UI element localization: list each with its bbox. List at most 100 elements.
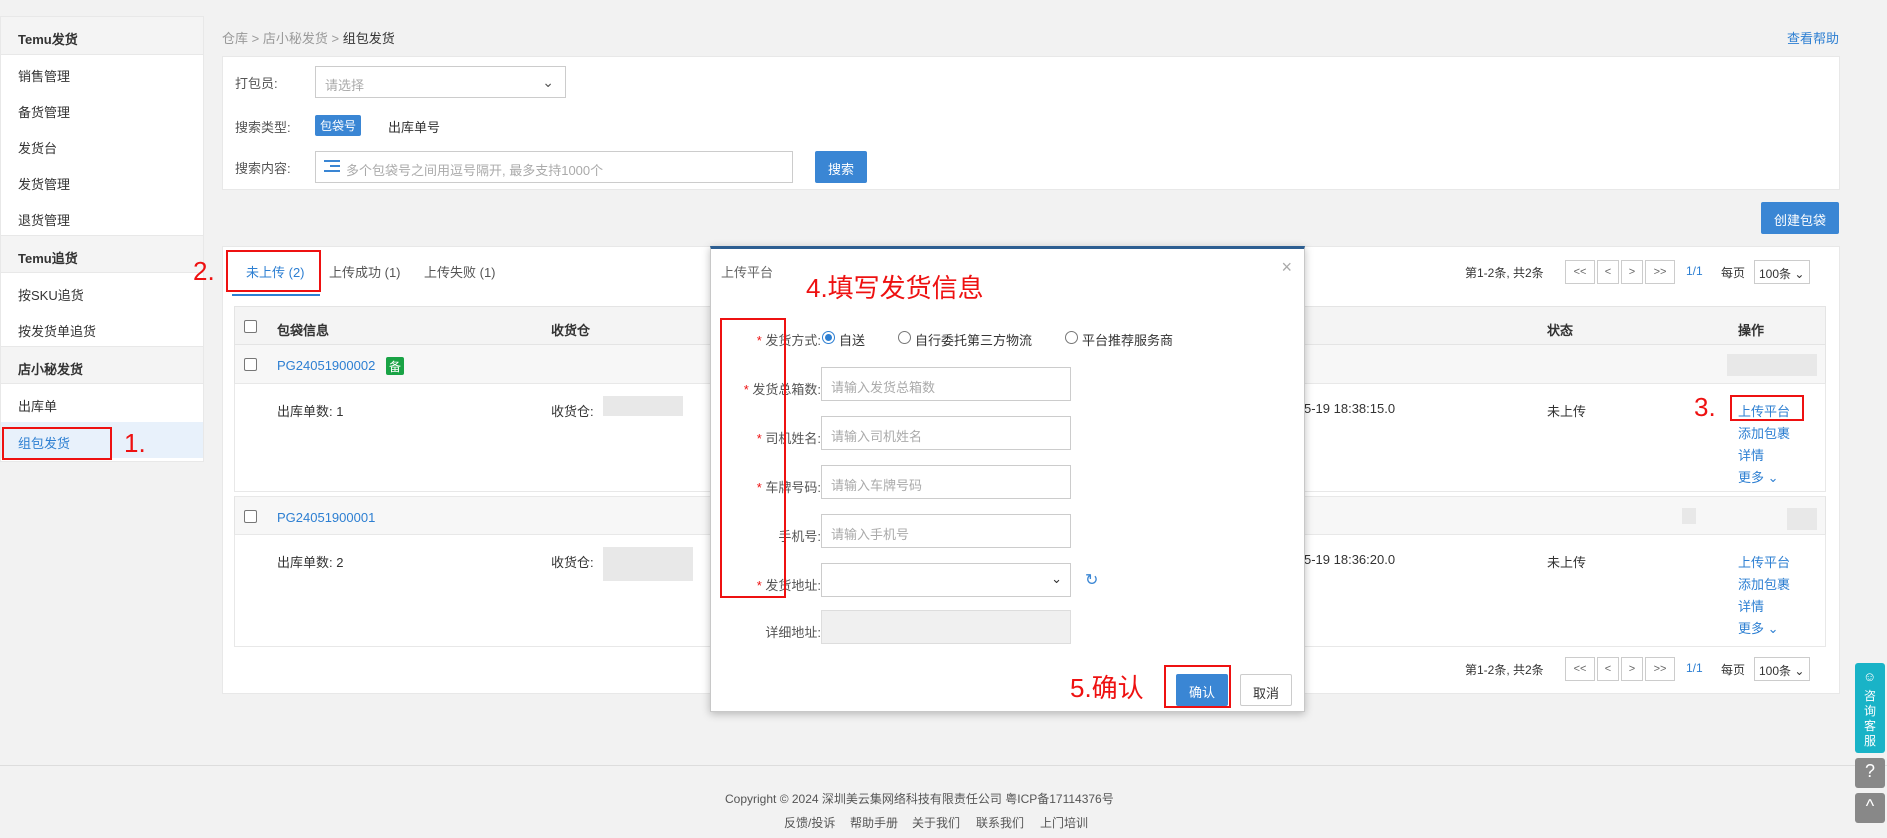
footer: Copyright © 2024 深圳美云集网络科技有限责任公司 粤ICP备17… bbox=[0, 765, 1887, 838]
footer-link-contact[interactable]: 联系我们 bbox=[976, 814, 1024, 831]
sidebar-item-returns[interactable]: 退货管理 bbox=[1, 199, 203, 235]
stock-badge: 备 bbox=[386, 357, 404, 375]
bag-id-link[interactable]: PG24051900001 bbox=[277, 510, 375, 525]
detail-link[interactable]: 详情 bbox=[1738, 445, 1764, 464]
warehouse-label: 收货仓: bbox=[551, 555, 594, 570]
pager-last[interactable]: >> bbox=[1645, 657, 1675, 681]
footer-link-feedback[interactable]: 反馈/投诉 bbox=[784, 814, 835, 831]
address-select[interactable]: ⌄ bbox=[821, 563, 1071, 597]
chevron-down-icon: ⌄ bbox=[542, 74, 554, 90]
back-to-top-icon[interactable]: ^ bbox=[1855, 793, 1885, 823]
list-icon bbox=[324, 160, 340, 174]
radio-third-party-label: 自行委托第三方物流 bbox=[915, 333, 1033, 348]
created-time: 5-19 18:36:20.0 bbox=[1304, 552, 1396, 567]
chevron-down-icon: ⌄ bbox=[1767, 621, 1779, 636]
plate-input[interactable]: 请输入车牌号码 bbox=[821, 465, 1071, 499]
detail-address-input bbox=[821, 610, 1071, 644]
blurred-content bbox=[1787, 508, 1817, 530]
search-button[interactable]: 搜索 bbox=[815, 151, 867, 183]
sidebar-item-track-sku[interactable]: 按SKU追货 bbox=[1, 274, 203, 310]
select-all-checkbox[interactable] bbox=[244, 320, 257, 333]
cancel-button[interactable]: 取消 bbox=[1240, 674, 1292, 706]
sidebar-item-shipping-manage[interactable]: 发货管理 bbox=[1, 163, 203, 199]
footer-link-about[interactable]: 关于我们 bbox=[912, 814, 960, 831]
breadcrumb-separator: > bbox=[251, 31, 260, 46]
annotation-step2: 2. bbox=[193, 256, 215, 286]
pager-next[interactable]: > bbox=[1621, 657, 1643, 681]
tab-upload-success[interactable]: 上传成功 (1) bbox=[329, 262, 401, 281]
footer-link-manual[interactable]: 帮助手册 bbox=[850, 814, 898, 831]
blurred-warehouse bbox=[603, 547, 693, 581]
pager-first[interactable]: << bbox=[1565, 260, 1595, 284]
add-package-link[interactable]: 添加包裹 bbox=[1738, 423, 1790, 442]
pager-per-page-label: 每页 bbox=[1721, 663, 1746, 677]
radio-platform-provider-label: 平台推荐服务商 bbox=[1082, 333, 1174, 348]
breadcrumb-dxm[interactable]: 店小秘发货 bbox=[263, 31, 328, 46]
radio-platform-provider[interactable] bbox=[1065, 331, 1078, 344]
tab-active-indicator bbox=[232, 294, 320, 296]
header-warehouse: 收货仓 bbox=[551, 323, 591, 338]
annotation-box-1 bbox=[2, 427, 112, 460]
annotation-box-2 bbox=[226, 250, 321, 292]
radio-self-delivery[interactable] bbox=[822, 331, 835, 344]
pager-first[interactable]: << bbox=[1565, 657, 1595, 681]
sidebar-item-track-order[interactable]: 按发货单追货 bbox=[1, 310, 203, 346]
annotation-box-3 bbox=[1730, 395, 1804, 421]
pager-per-page-value: 100条 bbox=[1759, 664, 1792, 678]
modal-title: 上传平台 bbox=[721, 265, 774, 280]
more-link[interactable]: 更多 ⌄ bbox=[1738, 618, 1779, 637]
packer-select[interactable]: 请选择 ⌄ bbox=[315, 66, 566, 98]
packer-select-placeholder: 请选择 bbox=[325, 78, 365, 93]
breadcrumb-warehouse[interactable]: 仓库 bbox=[222, 31, 248, 46]
breadcrumb: 仓库 > 店小秘发货 > 组包发货 bbox=[222, 28, 395, 47]
close-icon[interactable]: × bbox=[1281, 257, 1292, 278]
help-icon[interactable]: ? bbox=[1855, 758, 1885, 788]
status-text: 未上传 bbox=[1547, 555, 1587, 570]
blurred-warehouse bbox=[603, 396, 683, 416]
boxes-input[interactable]: 请输入发货总箱数 bbox=[821, 367, 1071, 401]
pager-next[interactable]: > bbox=[1621, 260, 1643, 284]
blurred-content bbox=[1682, 508, 1696, 524]
phone-input[interactable]: 请输入手机号 bbox=[821, 514, 1071, 548]
pager-summary: 第1-2条, 共2条 bbox=[1465, 663, 1544, 677]
help-link[interactable]: 查看帮助 bbox=[1787, 28, 1839, 47]
pager-per-page-select[interactable]: 100条 ⌄ bbox=[1754, 657, 1810, 681]
sidebar-item-stock[interactable]: 备货管理 bbox=[1, 91, 203, 127]
upload-platform-link[interactable]: 上传平台 bbox=[1738, 552, 1790, 571]
search-type-outbound[interactable]: 出库单号 bbox=[388, 117, 440, 136]
row-checkbox[interactable] bbox=[244, 510, 257, 523]
search-type-bag[interactable]: 包袋号 bbox=[315, 115, 362, 136]
more-label: 更多 bbox=[1738, 621, 1765, 636]
tab-upload-failed[interactable]: 上传失败 (1) bbox=[424, 262, 496, 281]
bag-id-link[interactable]: PG24051900002 bbox=[277, 358, 375, 373]
footer-copyright: Copyright © 2024 深圳美云集网络科技有限责任公司 粤ICP备17… bbox=[725, 792, 1114, 806]
header-bag-info: 包袋信息 bbox=[277, 323, 330, 338]
sidebar-item-shipping-desk[interactable]: 发货台 bbox=[1, 127, 203, 163]
search-input[interactable]: 多个包袋号之间用逗号隔开, 最多支持1000个 bbox=[315, 151, 793, 183]
radio-self-delivery-label: 自送 bbox=[839, 333, 866, 348]
annotation-step4: 4.填写发货信息 bbox=[806, 273, 984, 303]
sidebar-item-sales[interactable]: 销售管理 bbox=[1, 55, 203, 91]
breadcrumb-separator: > bbox=[331, 31, 340, 46]
header-actions: 操作 bbox=[1738, 323, 1765, 338]
create-bag-button[interactable]: 创建包袋 bbox=[1761, 202, 1839, 234]
status-text: 未上传 bbox=[1547, 404, 1587, 419]
more-link[interactable]: 更多 ⌄ bbox=[1738, 467, 1779, 486]
annotation-step1: 1. bbox=[124, 428, 146, 458]
refresh-icon[interactable]: ↻ bbox=[1085, 570, 1098, 590]
sidebar: Temu发货 销售管理 备货管理 发货台 发货管理 退货管理 Temu追货 按S… bbox=[0, 16, 204, 462]
pager-last[interactable]: >> bbox=[1645, 260, 1675, 284]
customer-service-button[interactable]: ☺ 咨询客服 bbox=[1855, 663, 1885, 753]
detail-link[interactable]: 详情 bbox=[1738, 596, 1764, 615]
breadcrumb-current: 组包发货 bbox=[342, 31, 395, 46]
upload-platform-modal: 上传平台 × * 发货方式: 自送 自行委托第三方物流 平台推荐服务商 * 发货… bbox=[710, 246, 1305, 712]
add-package-link[interactable]: 添加包裹 bbox=[1738, 574, 1790, 593]
pager-per-page-select[interactable]: 100条 ⌄ bbox=[1754, 260, 1810, 284]
driver-input[interactable]: 请输入司机姓名 bbox=[821, 416, 1071, 450]
footer-link-training[interactable]: 上门培训 bbox=[1040, 814, 1088, 831]
pager-prev[interactable]: < bbox=[1597, 260, 1619, 284]
pager-prev[interactable]: < bbox=[1597, 657, 1619, 681]
radio-third-party[interactable] bbox=[898, 331, 911, 344]
row-checkbox[interactable] bbox=[244, 358, 257, 371]
sidebar-item-outbound[interactable]: 出库单 bbox=[1, 385, 203, 421]
